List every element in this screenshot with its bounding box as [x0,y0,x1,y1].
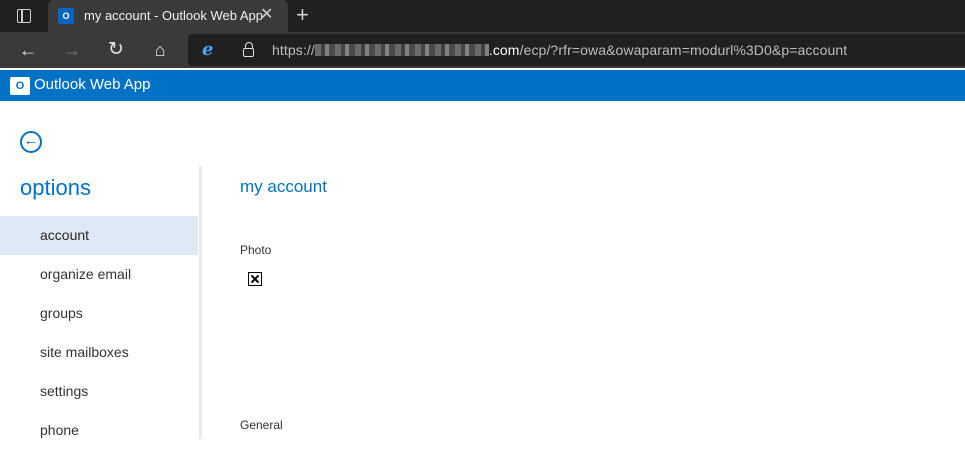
tab-actions-icon[interactable] [17,9,31,23]
outlook-favicon-icon: O [58,8,74,24]
nav-item-account[interactable]: account [0,216,198,255]
page-title: my account [240,177,327,196]
tab-title: my account - Outlook Web App [84,8,263,23]
options-nav: account organize email groups site mailb… [0,216,198,450]
nav-divider [199,166,202,439]
address-bar[interactable]: e https:// .com/ecp/?rfr=owa&owaparam=mod… [188,34,965,66]
nav-item-organize-email[interactable]: organize email [0,255,198,294]
url-prefix: https:// [272,42,315,58]
redacted-host [314,44,489,56]
outlook-logo-icon: O [10,77,30,95]
browser-toolbar: ← → ↻ ⌂ e https:// .com/ecp/?rfr=owa&owap… [0,32,965,68]
nav-item-phone[interactable]: phone [0,411,198,450]
new-tab-button[interactable]: + [296,4,309,26]
nav-item-groups[interactable]: groups [0,294,198,333]
app-title: Outlook Web App [34,76,151,93]
browser-tab-bar: O my account - Outlook Web App ✕ + [0,0,965,32]
photo-section-label: Photo [240,243,272,257]
nav-item-site-mailboxes[interactable]: site mailboxes [0,333,198,372]
url-text[interactable]: https:// .com/ecp/?rfr=owa&owaparam=modur… [272,42,847,58]
nav-item-settings[interactable]: settings [0,372,198,411]
forward-arrow-icon[interactable]: → [60,38,84,62]
broken-image-icon[interactable] [248,272,262,286]
browser-tab[interactable]: O my account - Outlook Web App ✕ [48,0,288,32]
general-section-label: General [240,418,283,432]
back-button-icon[interactable]: ← [20,131,42,153]
home-icon[interactable]: ⌂ [148,38,172,62]
url-host: .com [488,42,520,58]
url-path: /ecp/?rfr=owa&owaparam=modurl%3D0&p=acco… [519,42,848,58]
reload-icon[interactable]: ↻ [104,38,128,62]
app-header: O Outlook Web App [0,70,965,101]
back-arrow-icon[interactable]: ← [16,38,40,62]
close-tab-icon[interactable]: ✕ [260,6,273,24]
ie-mode-icon[interactable]: e [202,41,220,59]
options-title: options [20,175,91,200]
lock-icon[interactable] [243,42,254,57]
